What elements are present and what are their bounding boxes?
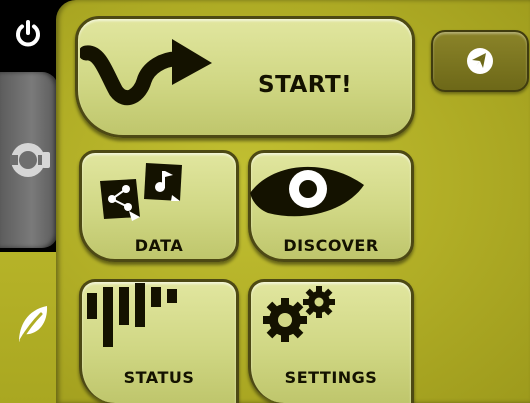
navigation-button[interactable] [431,30,529,92]
power-icon [16,20,40,47]
settings-label: SETTINGS [284,368,378,387]
data-label: DATA [134,236,184,255]
gears-icon [263,286,335,342]
discover-label: DISCOVER [283,236,379,255]
data-button[interactable]: DATA [79,150,239,262]
sidebar-tab-eco[interactable] [0,252,60,403]
power-button[interactable] [8,14,48,54]
route-arrow-icon [80,39,212,106]
leaf-icon [12,304,52,344]
status-button[interactable]: STATUS [79,279,239,403]
discover-button[interactable]: DISCOVER [248,150,414,262]
navigation-arrow-icon [467,48,493,74]
eye-icon [250,166,364,217]
signal-bars-icon [87,283,177,347]
sidebar-tab-map[interactable] [0,72,58,248]
data-docs-icon [100,163,182,221]
start-button[interactable]: START! [75,16,415,138]
settings-button[interactable]: SETTINGS [248,279,414,403]
start-label: START! [258,72,353,98]
sidebar [0,0,60,403]
map-tab-icon [6,137,54,183]
status-label: STATUS [123,368,195,387]
